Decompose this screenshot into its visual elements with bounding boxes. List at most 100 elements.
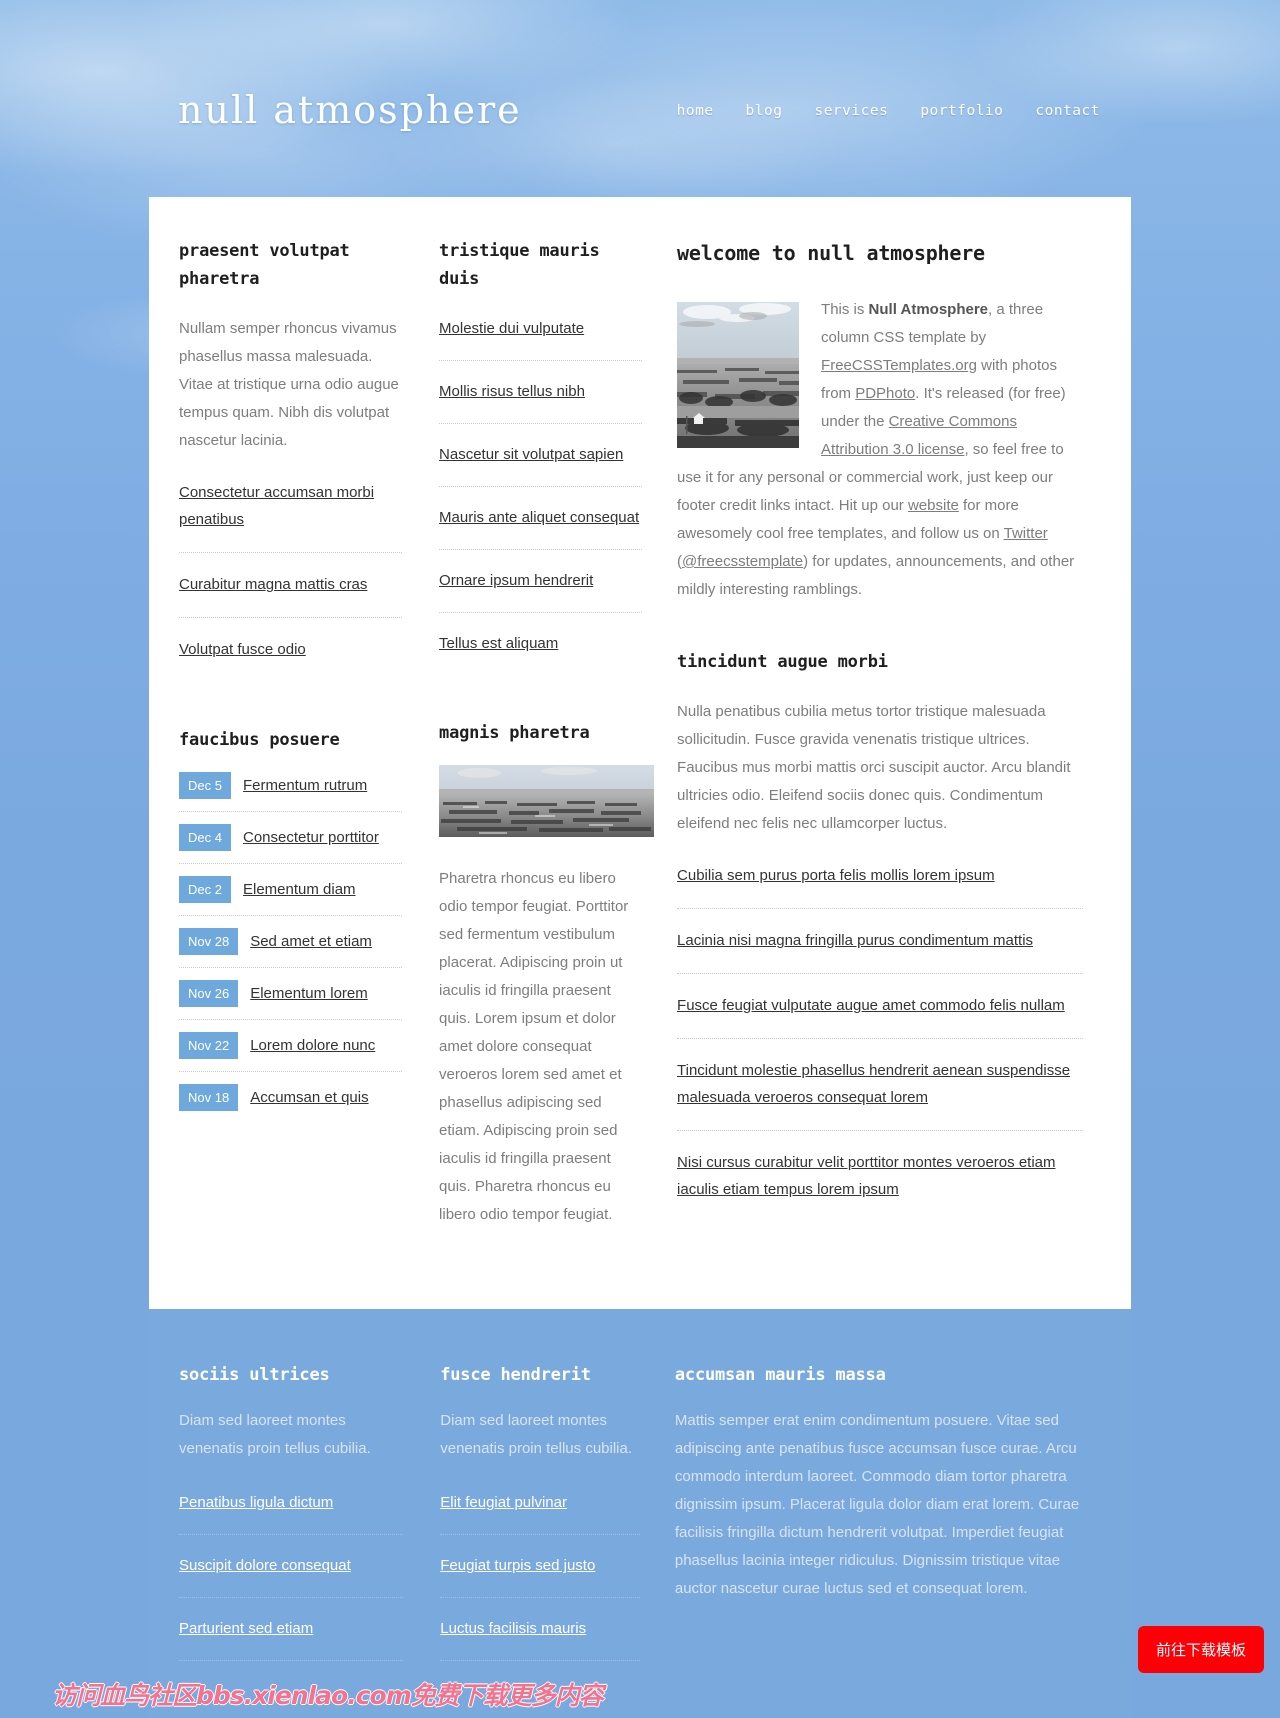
- footer-link-list-1: Penatibus ligula dictum Suscipit dolore …: [179, 1489, 404, 1662]
- mid-link[interactable]: Ornare ipsum hendrerit: [439, 572, 593, 589]
- left-news-title: faucibus posuere: [179, 730, 340, 751]
- list-item: Parturient sed etiam: [179, 1615, 404, 1662]
- date-badge: Dec 5: [179, 772, 231, 800]
- mid-section-title: tristique mauris duis: [439, 241, 600, 290]
- main-link[interactable]: Fusce feugiat vulputate augue amet commo…: [677, 997, 1065, 1014]
- list-item: Nascetur sit volutpat sapien: [439, 441, 643, 488]
- site-watermark: 访问血鸟社区bbs.xienlao.com免费下载更多内容: [52, 1681, 604, 1711]
- left-link-list: Consectetur accumsan morbi penatibus Cur…: [179, 479, 403, 682]
- main-second-title: tincidunt augue morbi: [677, 652, 888, 672]
- list-item: Ornare ipsum hendrerit: [439, 567, 643, 614]
- footer-link[interactable]: Elit feugiat pulvinar: [440, 1494, 567, 1511]
- list-item: Nov 22 Lorem dolore nunc: [179, 1032, 403, 1073]
- date-badge: Nov 18: [179, 1084, 239, 1112]
- news-link[interactable]: Fermentum rutrum: [243, 777, 367, 794]
- mid-link[interactable]: Mollis risus tellus nibh: [439, 383, 585, 400]
- intro-t1: This is: [821, 301, 869, 318]
- twitter-link[interactable]: Twitter: [1004, 525, 1048, 542]
- list-item: Fusce feugiat vulputate augue amet commo…: [677, 992, 1083, 1040]
- left-link[interactable]: Curabitur magna mattis cras: [179, 576, 367, 593]
- footer-paragraph-3: Mattis semper erat enim condimentum posu…: [674, 1412, 1080, 1598]
- news-link[interactable]: Lorem dolore nunc: [250, 1037, 375, 1054]
- list-item: Consectetur accumsan morbi penatibus: [179, 479, 403, 554]
- main-link[interactable]: Nisi cursus curabitur velit porttitor mo…: [677, 1154, 1055, 1198]
- pdphoto-link[interactable]: PDPhoto: [855, 385, 915, 402]
- footer-title-2: fusce hendrerit: [440, 1365, 591, 1386]
- middle-column: tristique mauris duis Molestie dui vulpu…: [414, 237, 655, 1253]
- mid-link[interactable]: Mauris ante aliquet consequat: [439, 509, 639, 526]
- list-item: Mauris ante aliquet consequat: [439, 504, 643, 551]
- list-item: Elit feugiat pulvinar: [440, 1489, 640, 1536]
- content-panel: praesent volutpat pharetra Nullam semper…: [149, 197, 1131, 1310]
- footer-link-list-2: Elit feugiat pulvinar Feugiat turpis sed…: [440, 1489, 640, 1662]
- seascape-horizon-photo: [439, 765, 655, 838]
- main-link[interactable]: Tincidunt molestie phasellus hendrerit a…: [677, 1062, 1070, 1106]
- footer-link[interactable]: Feugiat turpis sed justo: [440, 1557, 595, 1574]
- footer-link[interactable]: Parturient sed etiam: [179, 1620, 313, 1637]
- list-item: Nov 18 Accumsan et quis: [179, 1084, 402, 1123]
- list-item: Luctus facilisis mauris: [440, 1615, 640, 1662]
- list-item: Mollis risus tellus nibh: [439, 378, 643, 425]
- news-link[interactable]: Consectetur porttitor: [243, 829, 379, 846]
- left-link[interactable]: Volutpat fusce odio: [179, 641, 306, 658]
- twitter-handle-link[interactable]: @freecsstemplate: [682, 553, 803, 570]
- news-link[interactable]: Accumsan et quis: [250, 1089, 368, 1106]
- list-item: Penatibus ligula dictum: [179, 1489, 404, 1536]
- list-item: Volutpat fusce odio: [179, 636, 402, 682]
- site-logo[interactable]: null atmosphere: [178, 88, 522, 132]
- left-sidebar: praesent volutpat pharetra Nullam semper…: [179, 237, 414, 1253]
- footer-link[interactable]: Penatibus ligula dictum: [179, 1494, 333, 1511]
- nav-item-contact[interactable]: contact: [1035, 103, 1100, 119]
- date-badge: Dec 4: [179, 824, 231, 852]
- mid-link[interactable]: Molestie dui vulputate: [439, 320, 584, 337]
- nav-item-services[interactable]: services: [814, 103, 888, 119]
- list-item: Feugiat turpis sed justo: [440, 1552, 640, 1599]
- footer-title-3: accumsan mauris massa: [674, 1365, 886, 1386]
- news-link[interactable]: Elementum diam: [243, 881, 356, 898]
- main-welcome-title: welcome to null atmosphere: [677, 241, 985, 265]
- page-root: null atmosphere home blog services portf…: [0, 0, 1280, 1718]
- nav-item-blog[interactable]: blog: [746, 103, 783, 119]
- footer-column-3: accumsan mauris massa Mattis semper erat…: [650, 1365, 1083, 1678]
- download-template-button[interactable]: 前往下载模板: [1137, 1626, 1264, 1674]
- list-item: Nisi cursus curabitur velit porttitor mo…: [677, 1149, 1083, 1222]
- footer-column-1: sociis ultrices Diam sed laoreet montes …: [179, 1365, 415, 1678]
- mid-second-title: magnis pharetra: [439, 723, 590, 744]
- list-item: Dec 5 Fermentum rutrum: [179, 772, 403, 813]
- list-item: Nov 28 Sed amet et etiam: [179, 928, 403, 969]
- news-link[interactable]: Sed amet et etiam: [250, 933, 372, 950]
- list-item: Cubilia sem purus porta felis mollis lor…: [677, 862, 1083, 910]
- mid-link[interactable]: Nascetur sit volutpat sapien: [439, 446, 623, 463]
- date-badge: Nov 26: [179, 980, 239, 1008]
- date-badge: Dec 2: [179, 876, 231, 904]
- main-navigation: home blog services portfolio contact: [677, 103, 1100, 119]
- date-badge: Nov 22: [179, 1032, 239, 1060]
- footer-title-1: sociis ultrices: [179, 1365, 330, 1386]
- left-paragraph: Nullam semper rhoncus vivamus phasellus …: [179, 320, 399, 450]
- nav-item-portfolio[interactable]: portfolio: [920, 103, 1003, 119]
- main-column: welcome to null atmosphere This is Null …: [652, 237, 1083, 1253]
- main-link[interactable]: Cubilia sem purus porta felis mollis lor…: [677, 867, 995, 884]
- main-link[interactable]: Lacinia nisi magna fringilla purus condi…: [677, 932, 1033, 949]
- list-item: Tincidunt molestie phasellus hendrerit a…: [677, 1057, 1083, 1132]
- list-item: Curabitur magna mattis cras: [179, 571, 403, 619]
- left-link[interactable]: Consectetur accumsan morbi penatibus: [179, 484, 374, 528]
- news-link[interactable]: Elementum lorem: [250, 985, 368, 1002]
- list-item: Suscipit dolore consequat: [179, 1552, 404, 1599]
- footer-paragraph-2: Diam sed laoreet montes venenatis proin …: [440, 1412, 633, 1458]
- nav-item-home[interactable]: home: [677, 103, 714, 119]
- website-link[interactable]: website: [908, 497, 959, 514]
- brand-name: Null Atmosphere: [868, 301, 989, 318]
- list-item: Nov 26 Elementum lorem: [179, 980, 403, 1021]
- freecsstemplates-link[interactable]: FreeCSSTemplates.org: [821, 357, 977, 374]
- main-paragraph: Nulla penatibus cubilia metus tortor tri…: [677, 703, 1071, 833]
- main-link-list: Cubilia sem purus porta felis mollis lor…: [677, 862, 1083, 1222]
- list-item: Tellus est aliquam: [439, 630, 642, 675]
- list-item: Lacinia nisi magna fringilla purus condi…: [677, 927, 1083, 975]
- site-footer: sociis ultrices Diam sed laoreet montes …: [149, 1309, 1131, 1718]
- mid-link[interactable]: Tellus est aliquam: [439, 635, 558, 652]
- footer-link[interactable]: Suscipit dolore consequat: [179, 1557, 351, 1574]
- countryside-landscape-photo: [677, 302, 800, 448]
- footer-link[interactable]: Luctus facilisis mauris: [440, 1620, 586, 1637]
- left-section-title: praesent volutpat pharetra: [179, 241, 350, 290]
